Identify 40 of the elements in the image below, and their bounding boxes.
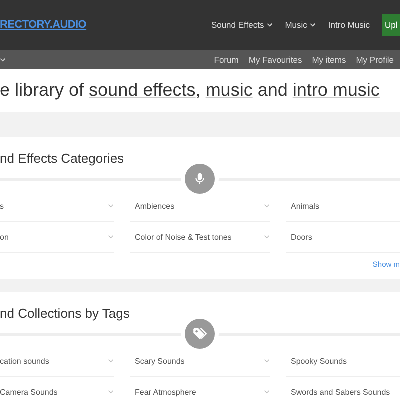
- chevron-icon: [108, 204, 114, 208]
- headline-link[interactable]: intro music: [292, 80, 380, 100]
- subnav-link[interactable]: Forum: [214, 54, 239, 64]
- category-item[interactable]: cation sounds: [0, 346, 114, 377]
- nav-link[interactable]: Music: [285, 20, 316, 30]
- caret-icon: [310, 23, 316, 27]
- section-title: nd Effects Categories: [0, 150, 126, 166]
- subnav-link[interactable]: My Profile: [356, 54, 394, 64]
- category-item[interactable]: Swords and Sabers Sounds: [286, 377, 400, 400]
- nav-link[interactable]: Sound Effects: [211, 20, 274, 30]
- upload-button[interactable]: Upl: [382, 14, 400, 36]
- chevron-icon: [264, 359, 270, 363]
- microphone-icon: [185, 164, 215, 194]
- chevron-icon: [108, 235, 114, 239]
- category-item[interactable]: Fear Atmosphere: [130, 377, 270, 400]
- category-item[interactable]: Scary Sounds: [130, 346, 270, 377]
- category-item[interactable]: Doors: [286, 222, 400, 253]
- category-item[interactable]: Animals: [286, 191, 400, 222]
- category-item[interactable]: Color of Noise & Test tones: [130, 222, 270, 253]
- category-item[interactable]: Camera Sounds: [0, 377, 114, 400]
- chevron-icon: [264, 235, 270, 239]
- section-title: nd Collections by Tags: [0, 305, 131, 321]
- site-logo[interactable]: RECTORY.AUDIO: [0, 19, 87, 31]
- category-item[interactable]: on: [0, 222, 114, 253]
- category-item[interactable]: Ambiences: [130, 191, 270, 222]
- headline-link[interactable]: sound effects: [89, 80, 196, 100]
- caret-icon: [267, 23, 274, 27]
- chevron-icon: [264, 204, 270, 208]
- chevron-icon: [108, 390, 114, 394]
- tag-icon: [185, 319, 215, 349]
- subnav-link[interactable]: My Favourites: [248, 54, 302, 64]
- category-item[interactable]: Spooky Sounds: [286, 346, 400, 377]
- chevron-icon: [264, 390, 270, 394]
- headline-link[interactable]: music: [206, 80, 253, 100]
- chevron-icon: [108, 359, 114, 363]
- page-headline: e library of sound effects, music and intro music: [0, 79, 381, 102]
- nav-link[interactable]: Intro Music: [328, 20, 370, 30]
- category-item[interactable]: s: [0, 191, 114, 222]
- subnav-link[interactable]: My items: [312, 54, 346, 64]
- caret-icon[interactable]: [0, 58, 6, 62]
